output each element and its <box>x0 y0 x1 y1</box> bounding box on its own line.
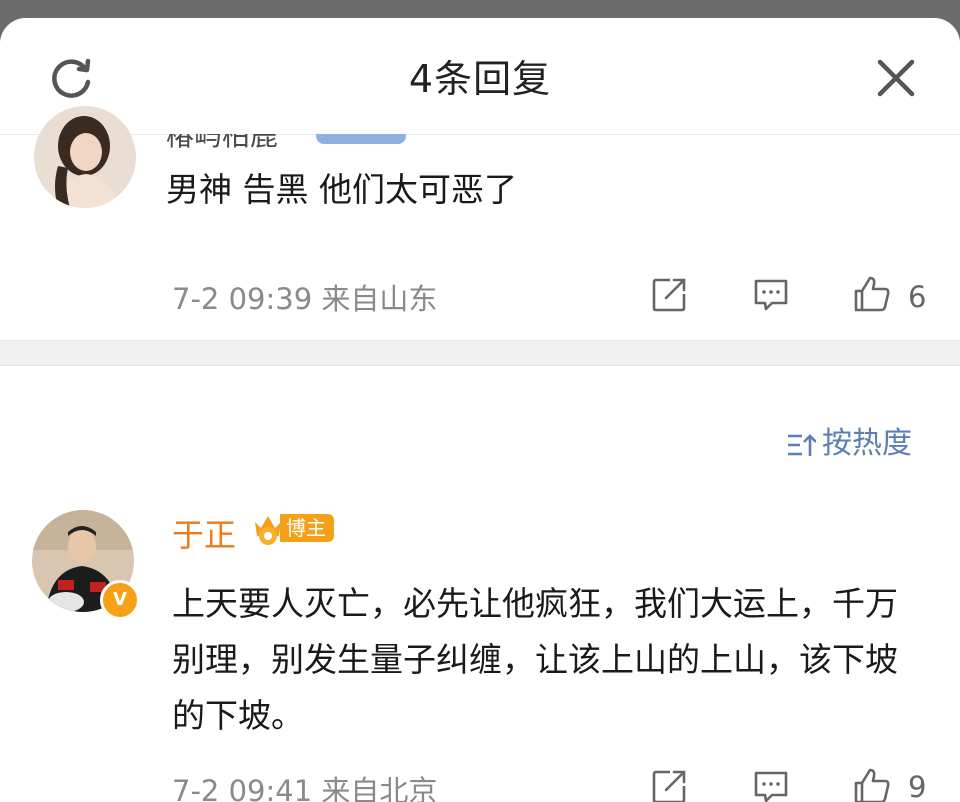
reply-nickname: 椿屿柏鹿 <box>166 134 426 148</box>
username[interactable]: 于正 <box>172 510 236 556</box>
close-icon[interactable] <box>872 54 920 102</box>
like-icon[interactable] <box>852 766 892 802</box>
section-divider <box>0 340 960 366</box>
replies-sheet: 4条回复 椿屿柏鹿 男神 告黑 他们太可恶了 7-2 09:39 来自山东 <box>0 18 960 802</box>
sort-by-hot-button[interactable]: 按热度 <box>786 418 912 461</box>
reply-text: 男神 告黑 他们太可恶了 <box>166 170 517 209</box>
like-count: 6 <box>908 280 927 314</box>
comment-icon[interactable] <box>752 276 790 314</box>
blogger-badge: 博主 <box>280 514 334 542</box>
like-count: 9 <box>908 770 927 802</box>
avatar[interactable] <box>34 106 136 208</box>
share-icon[interactable] <box>650 276 688 314</box>
sort-label: 按热度 <box>822 426 912 461</box>
comment-icon[interactable] <box>752 768 790 802</box>
reply-meta: 7-2 09:39 来自山东 <box>172 282 438 316</box>
status-bar <box>0 0 960 18</box>
sort-icon <box>788 433 817 456</box>
share-icon[interactable] <box>650 768 688 802</box>
comment-meta: 7-2 09:41 来自北京 <box>172 774 438 802</box>
sheet-header: 4条回复 <box>0 18 960 135</box>
like-icon[interactable] <box>852 274 892 314</box>
verified-badge: V <box>100 580 140 620</box>
comment-text: 上天要人灭亡，必先让他疯狂，我们大运上，千万别理，别发生量子纠缠，让该上山的上山… <box>172 584 898 735</box>
page-title: 4条回复 <box>408 57 552 101</box>
member-badge <box>316 134 406 144</box>
